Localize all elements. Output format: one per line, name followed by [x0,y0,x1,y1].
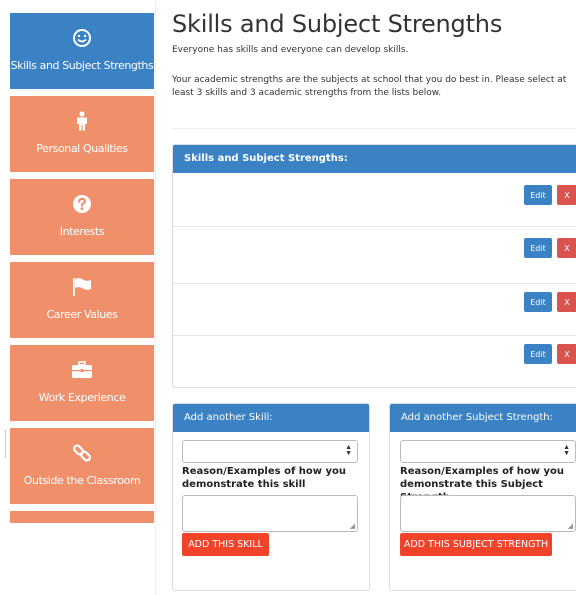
edit-button[interactable]: Edit [524,238,552,258]
add-subject-panel: Add another Subject Strength: ▲ ▼ Reason/… [389,403,576,591]
question-circle-icon [72,193,92,215]
link-icon [72,442,92,464]
subject-reason-textarea[interactable]: ◢ [400,495,576,532]
sidebar-item-career-values[interactable]: Career Values [10,262,154,338]
strengths-panel: Skills and Subject Strengths: Edit X Edi… [172,144,576,388]
smile-icon [72,27,92,49]
page-title: Skills and Subject Strengths [172,10,503,38]
sidebar-item-interests[interactable]: Interests [10,179,154,255]
skill-select[interactable]: ▲ ▼ [182,440,358,463]
delete-button[interactable]: X [557,185,576,205]
strength-row: Edit X [173,335,576,387]
strength-row: Edit X [173,226,576,283]
select-arrows-icon: ▲ ▼ [563,444,570,457]
person-icon [75,110,89,132]
sidebar-item-label: Career Values [46,307,118,321]
edit-button[interactable]: Edit [524,185,552,205]
add-subject-button[interactable]: ADD THIS SUBJECT STRENGTH [400,533,552,556]
sidebar-item-label: Skills and Subject Strengths [10,58,154,72]
delete-button[interactable]: X [557,292,576,312]
panel-title: Skills and Subject Strengths: [173,145,576,173]
sidebar-item-label: Work Experience [38,390,126,404]
divider [5,430,6,458]
sidebar-item-personal-qualities[interactable]: Personal Qualities [10,96,154,172]
flag-icon [71,276,93,298]
sidebar-item-partial[interactable] [10,511,154,523]
delete-button[interactable]: X [557,238,576,258]
briefcase-icon [71,359,93,381]
sidebar-item-outside-classroom[interactable]: Outside the Classroom [10,428,154,504]
sidebar-item-work-experience[interactable]: Work Experience [10,345,154,421]
edit-button[interactable]: Edit [524,344,552,364]
sidebar-nav: Skills and Subject Strengths Personal Qu… [10,13,154,523]
edit-button[interactable]: Edit [524,292,552,312]
sidebar-item-skills[interactable]: Skills and Subject Strengths [10,13,154,89]
intro-text: Everyone has skills and everyone can dev… [172,45,409,55]
select-arrows-icon: ▲ ▼ [345,444,352,457]
add-skill-panel: Add another Skill: ▲ ▼ Reason/Examples of… [172,403,370,591]
panel-title: Add another Subject Strength: [390,404,576,432]
divider [172,128,576,129]
resize-grip-icon: ◢ [567,523,573,530]
skill-reason-textarea[interactable]: ◢ [182,495,358,532]
reason-label: Reason/Examples of how you demonstrate t… [182,466,346,490]
delete-button[interactable]: X [557,344,576,364]
sidebar-item-label: Personal Qualities [36,141,128,155]
sidebar-divider [155,0,156,595]
instructions-text: Your academic strengths are the subjects… [172,75,567,98]
sidebar-item-label: Outside the Classroom [23,473,141,487]
resize-grip-icon: ◢ [349,523,355,530]
panel-title: Add another Skill: [173,404,369,432]
add-skill-button[interactable]: ADD THIS SKILL [182,533,269,556]
strength-row: Edit X [173,283,576,335]
subject-select[interactable]: ▲ ▼ [400,440,576,463]
strength-row: Edit X [173,173,576,226]
sidebar-item-label: Interests [59,224,105,238]
